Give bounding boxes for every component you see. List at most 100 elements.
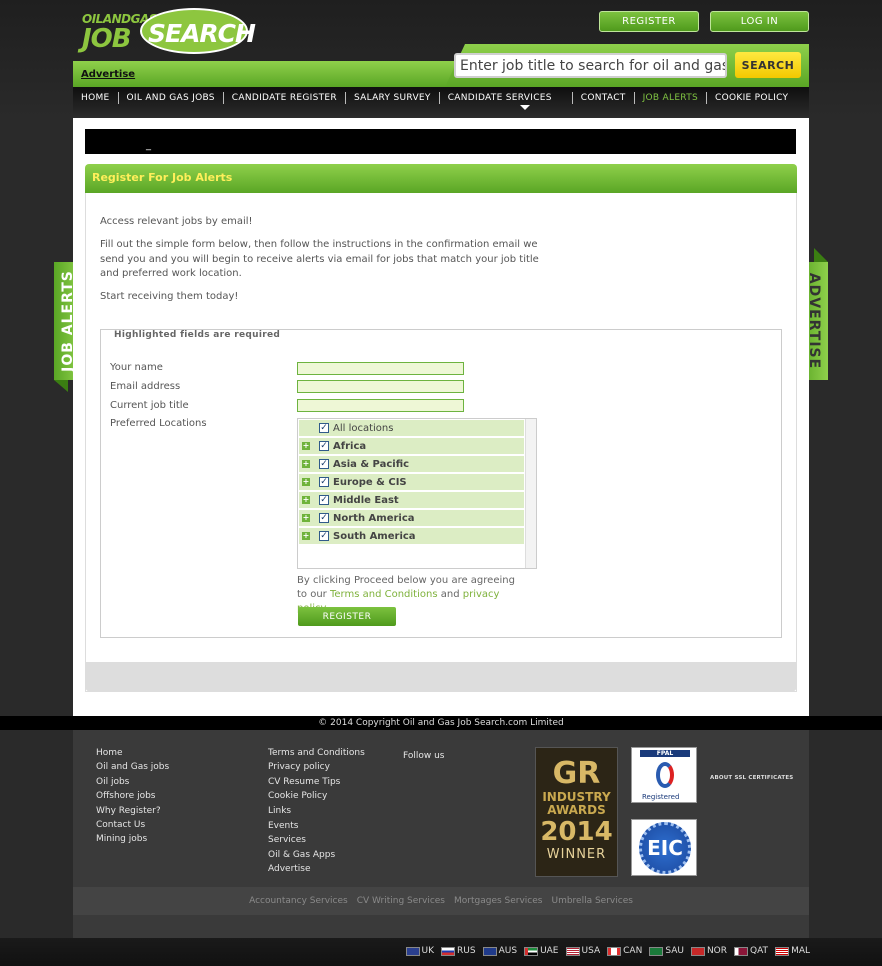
fpal-badge[interactable]: FPAL Registered [631, 747, 697, 803]
footer-link[interactable]: Contact Us [96, 818, 169, 832]
expand-plus-icon[interactable]: + [302, 460, 310, 468]
nav-candidate-services[interactable]: CANDIDATE SERVICES [440, 92, 573, 104]
service-link[interactable]: Umbrella Services [551, 896, 632, 906]
footer-link[interactable]: Cookie Policy [268, 789, 365, 803]
nav-cookie-policy[interactable]: COOKIE POLICY [707, 92, 796, 104]
location-asia-pacific[interactable]: + ✓ Asia & Pacific [299, 456, 524, 473]
name-input[interactable] [297, 362, 464, 375]
location-south-america[interactable]: + ✓ South America [299, 528, 524, 545]
job-title-label: Current job title [110, 400, 189, 411]
fpal-logo-icon [656, 762, 674, 788]
nav-candidate-register[interactable]: CANDIDATE REGISTER [224, 92, 346, 104]
footer-link[interactable]: Privacy policy [268, 760, 365, 774]
logo-job-text: JOB [82, 24, 132, 54]
fpal-title: FPAL [640, 750, 690, 757]
footer-link[interactable]: CV Resume Tips [268, 775, 365, 789]
footer-link[interactable]: Mining jobs [96, 832, 169, 846]
footer-links-col-1: Home Oil and Gas jobs Oil jobs Offshore … [96, 746, 169, 847]
footer-link[interactable]: Why Register? [96, 804, 169, 818]
award-line-2: AWARDS [547, 803, 606, 817]
country-sau[interactable]: SAU [649, 946, 684, 956]
country-usa[interactable]: USA [565, 946, 600, 956]
footer-link[interactable]: Offshore jobs [96, 789, 169, 803]
nav-oil-and-gas-jobs[interactable]: OIL AND GAS JOBS [119, 92, 224, 104]
footer-link[interactable]: Events [268, 819, 365, 833]
footer-link[interactable]: Home [96, 746, 169, 760]
footer-link[interactable]: Advertise [268, 862, 365, 876]
expand-plus-icon[interactable]: + [302, 478, 310, 486]
chevron-down-icon[interactable] [520, 105, 530, 110]
nav-salary-survey[interactable]: SALARY SURVEY [346, 92, 440, 104]
register-button[interactable]: REGISTER [298, 607, 396, 626]
location-middle-east[interactable]: + ✓ Middle East [299, 492, 524, 509]
expand-plus-icon[interactable]: + [302, 514, 310, 522]
locations-tree[interactable]: ✓ All locations + ✓ Africa + ✓ Asia & Pa… [297, 418, 537, 569]
section-title: Register For Job Alerts [85, 164, 797, 193]
award-year: 2014 [540, 817, 613, 847]
checkbox-checked-icon[interactable]: ✓ [319, 441, 329, 451]
header-register-button[interactable]: REGISTER [599, 11, 699, 32]
service-link[interactable]: Accountancy Services [249, 896, 348, 906]
checkbox-checked-icon[interactable]: ✓ [319, 423, 329, 433]
checkbox-checked-icon[interactable]: ✓ [319, 531, 329, 541]
sau-flag-icon [649, 946, 664, 956]
award-winner: WINNER [546, 847, 607, 862]
footer-link[interactable]: Oil and Gas jobs [96, 760, 169, 774]
location-north-america[interactable]: + ✓ North America [299, 510, 524, 527]
footer-link[interactable]: Services [268, 833, 365, 847]
country-uae[interactable]: UAE [524, 946, 559, 956]
site-logo[interactable]: OILANDGAS JOB SEARCH [80, 6, 256, 56]
header-login-button[interactable]: LOG IN [710, 11, 809, 32]
locations-label: Preferred Locations [110, 418, 207, 429]
footer-links-col-2: Terms and Conditions Privacy policy CV R… [268, 746, 365, 877]
location-europe-cis[interactable]: + ✓ Europe & CIS [299, 474, 524, 491]
nav-job-alerts[interactable]: JOB ALERTS [635, 92, 708, 104]
email-input[interactable] [297, 380, 464, 393]
country-rus[interactable]: RUS [441, 946, 476, 956]
service-link[interactable]: Mortgages Services [454, 896, 542, 906]
country-can[interactable]: CAN [607, 946, 642, 956]
advertise-link[interactable]: Advertise [81, 69, 135, 80]
expand-plus-icon[interactable]: + [302, 532, 310, 540]
scrollbar[interactable] [525, 419, 536, 568]
country-qat[interactable]: QAT [734, 946, 768, 956]
checkbox-checked-icon[interactable]: ✓ [319, 495, 329, 505]
main-nav: HOME OIL AND GAS JOBS CANDIDATE REGISTER… [73, 87, 809, 118]
uk-flag-icon [405, 946, 420, 956]
footer-link[interactable]: Oil & Gas Apps [268, 848, 365, 862]
nav-contact[interactable]: CONTACT [573, 92, 635, 104]
fpal-registered: Registered [642, 793, 680, 801]
terms-link[interactable]: Terms and Conditions [330, 589, 438, 600]
location-all[interactable]: ✓ All locations [299, 420, 524, 437]
country-mal[interactable]: MAL [775, 946, 810, 956]
section-footer [85, 662, 797, 692]
location-africa[interactable]: + ✓ Africa [299, 438, 524, 455]
expand-plus-icon[interactable]: + [302, 496, 310, 504]
footer-link[interactable]: Links [268, 804, 365, 818]
form-legend: Highlighted fields are required [110, 330, 285, 340]
footer-link[interactable]: Oil jobs [96, 775, 169, 789]
intro-line-1: Access relevant jobs by email! [100, 216, 253, 227]
location-label: North America [333, 512, 415, 524]
logo-search-text: SEARCH [148, 19, 256, 48]
industry-awards-badge[interactable]: GR INDUSTRY AWARDS 2014 WINNER [535, 747, 618, 877]
country-uk[interactable]: UK [405, 946, 434, 956]
job-title-input[interactable] [297, 399, 464, 412]
country-aus[interactable]: AUS [482, 946, 517, 956]
qat-flag-icon [734, 946, 749, 956]
side-tab-fold [54, 380, 68, 392]
country-nor[interactable]: NOR [690, 946, 727, 956]
checkbox-checked-icon[interactable]: ✓ [319, 477, 329, 487]
ssl-certificates-link[interactable]: ABOUT SSL CERTIFICATES [710, 775, 793, 781]
search-button[interactable]: SEARCH [735, 52, 801, 78]
checkbox-checked-icon[interactable]: ✓ [319, 459, 329, 469]
eic-badge[interactable]: EIC [631, 819, 697, 876]
search-input[interactable]: Enter job title to search for oil and ga… [454, 53, 727, 78]
checkbox-checked-icon[interactable]: ✓ [319, 513, 329, 523]
side-tab-fold [814, 248, 828, 262]
eic-logo: EIC [639, 822, 691, 874]
nav-home[interactable]: HOME [73, 92, 119, 104]
footer-link[interactable]: Terms and Conditions [268, 746, 365, 760]
service-link[interactable]: CV Writing Services [357, 896, 445, 906]
expand-plus-icon[interactable]: + [302, 442, 310, 450]
